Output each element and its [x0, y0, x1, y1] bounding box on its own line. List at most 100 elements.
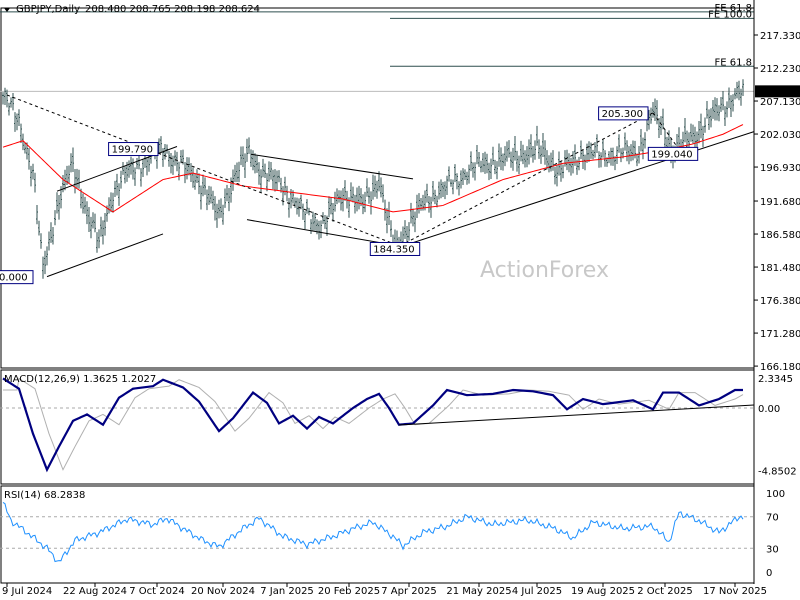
price-bar: [260, 169, 262, 193]
price-bar: [474, 162, 476, 181]
price-bar: [210, 186, 212, 204]
current-price-label: 208.624: [759, 87, 800, 98]
price-bar: [466, 171, 468, 185]
price-bar: [684, 117, 686, 143]
price-bar: [432, 180, 434, 202]
price-bar: [236, 162, 238, 182]
price-tick-label: 207.130: [760, 97, 800, 108]
price-bar: [494, 159, 496, 175]
price-bar: [460, 170, 462, 189]
price-bar: [338, 190, 340, 203]
date-tick-label: 2 Oct 2025: [637, 586, 692, 597]
price-bar: [204, 177, 206, 195]
price-bar: [528, 139, 530, 165]
price-bar: [234, 164, 236, 183]
price-bar: [554, 166, 556, 185]
price-bar: [294, 197, 296, 208]
price-bar: [116, 173, 118, 196]
price-bar: [582, 149, 584, 169]
date-tick-label: 19 Aug 2025: [571, 586, 635, 597]
price-bar: [578, 156, 580, 171]
price-bar: [212, 190, 214, 210]
price-bar: [700, 113, 702, 139]
chart-canvas[interactable]: ActionForex FE 61.8FE 100.0FE 61.8199.79…: [0, 0, 800, 600]
price-bar: [514, 135, 516, 161]
price-bar: [476, 145, 478, 165]
price-bar: [632, 140, 634, 161]
price-bar: [16, 113, 18, 131]
price-bar: [434, 189, 436, 205]
price-bar: [444, 181, 446, 200]
price-bar: [428, 196, 430, 213]
price-bar: [522, 144, 524, 165]
price-bar: [698, 120, 700, 144]
price-bar: [350, 182, 352, 202]
price-bar: [276, 170, 278, 191]
date-tick-label: 9 Jul 2024: [2, 586, 52, 597]
price-bar: [30, 165, 32, 187]
price-bar: [272, 169, 274, 190]
price-bar: [418, 193, 420, 214]
price-bar: [34, 172, 36, 193]
price-bar: [218, 199, 220, 219]
price-bar: [656, 100, 658, 125]
price-bar: [138, 155, 140, 170]
price-bar: [712, 99, 714, 119]
price-bar: [134, 167, 136, 186]
price-bar: [370, 191, 372, 215]
price-bar: [184, 161, 186, 184]
price-bar: [654, 98, 656, 121]
price-bar: [440, 179, 442, 199]
fib-label: FE 100.0: [708, 9, 752, 20]
price-bar: [414, 211, 416, 233]
price-bar: [486, 153, 488, 174]
price-bar: [70, 153, 72, 173]
price-bar: [328, 196, 330, 218]
price-bar: [334, 191, 336, 212]
price-bar: [12, 93, 14, 111]
price-bar: [142, 159, 144, 177]
price-bar: [714, 97, 716, 121]
price-bar: [544, 140, 546, 165]
price-bar: [652, 101, 654, 118]
price-bar: [56, 192, 58, 214]
price-tick-label: 176.380: [760, 296, 800, 307]
price-bar: [708, 109, 710, 130]
price-bar: [270, 161, 272, 180]
price-bar: [186, 157, 188, 180]
price-bar: [40, 233, 42, 249]
price-bar: [86, 201, 88, 225]
price-bar: [90, 216, 92, 239]
chart-window: ActionForex FE 61.8 FE 100.0 FE 61.8 199.79…: [0, 0, 800, 600]
price-bar: [196, 169, 198, 183]
price-bar: [636, 153, 638, 167]
price-bar: [166, 144, 168, 154]
price-bar: [380, 177, 382, 198]
price-bar: [452, 179, 454, 195]
price-bar: [722, 91, 724, 111]
price-bar: [720, 96, 722, 112]
price-bar: [170, 153, 172, 174]
price-bar: [558, 151, 560, 176]
price-bar: [540, 145, 542, 164]
price-bar: [438, 181, 440, 200]
price-tick-label: 186.580: [760, 230, 800, 241]
price-bar: [320, 220, 322, 239]
price-bar: [88, 206, 90, 233]
price-bar: [524, 150, 526, 168]
price-bar: [736, 81, 738, 99]
price-bar: [416, 194, 418, 219]
price-bar: [78, 169, 80, 189]
price-label: 0.000: [0, 273, 28, 284]
price-bar: [356, 187, 358, 212]
price-bar: [640, 128, 642, 152]
price-bar: [624, 132, 626, 151]
price-bar: [202, 174, 204, 197]
price-tick-label: 212.230: [760, 64, 800, 75]
price-bar: [340, 190, 342, 211]
rsi-tick-label: 70: [766, 513, 779, 524]
price-bar: [732, 94, 734, 112]
price-bar: [38, 220, 40, 236]
price-bar: [336, 188, 338, 205]
price-bar: [610, 147, 612, 166]
